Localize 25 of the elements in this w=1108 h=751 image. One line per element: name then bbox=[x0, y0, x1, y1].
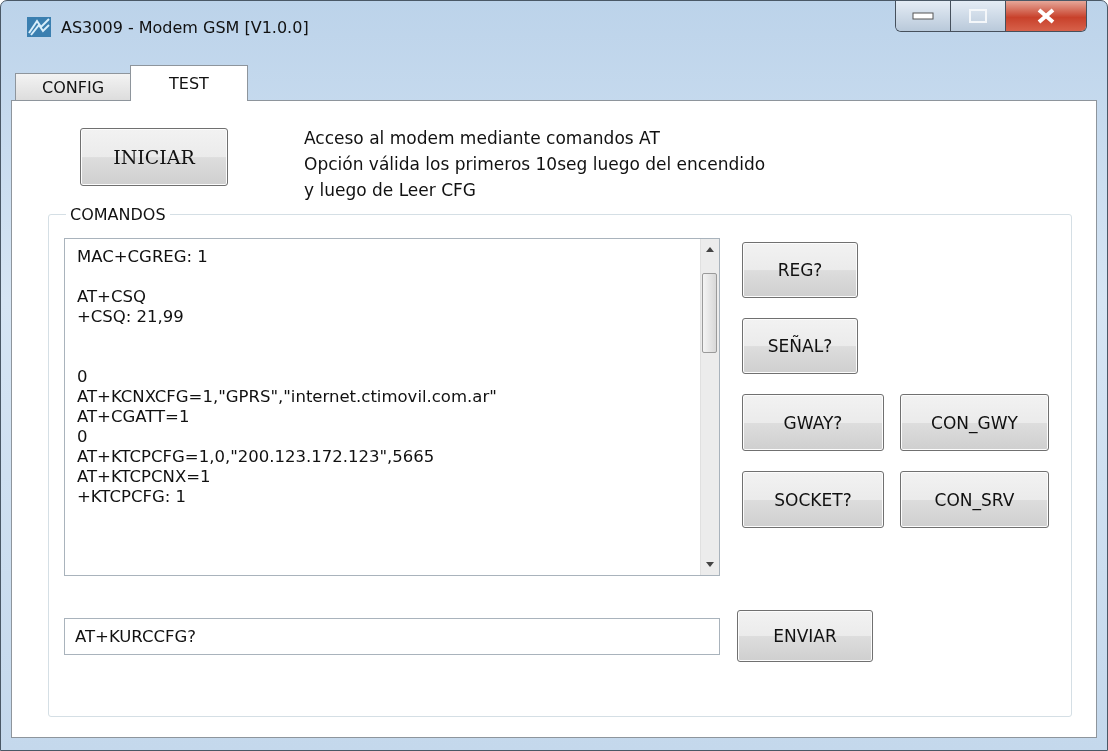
log-textarea[interactable]: MAC+CGREG: 1 AT+CSQ +CSQ: 21,99 0 AT+KCNXCFG=1,"GPRS","internet.ctimovil.com.ar" AT+CGATT=1 0 AT+KTCPCFG=1,0,"200.123.172.123",5665 AT+KTCPCNX=1 +KTCPCFG: 1 bbox=[64, 238, 720, 576]
command-button[interactable]: CON_GWY bbox=[900, 394, 1049, 451]
maximize-icon bbox=[969, 9, 987, 23]
close-button[interactable] bbox=[1006, 1, 1086, 31]
command-button[interactable]: REG? bbox=[742, 242, 858, 298]
window-title: AS3009 - Modem GSM [V1.0.0] bbox=[61, 17, 310, 37]
group-legend: COMANDOS bbox=[66, 205, 170, 224]
minimize-icon bbox=[912, 12, 934, 20]
scrollbar[interactable] bbox=[700, 239, 719, 575]
scroll-thumb[interactable] bbox=[702, 273, 717, 353]
description-text: Acceso al modem mediante comandos AT Opción válida los primeros 10seg luego del encendido y luego de Leer CFG bbox=[304, 127, 766, 202]
close-icon bbox=[1035, 7, 1057, 25]
send-button[interactable]: ENVIAR bbox=[737, 610, 873, 662]
command-button[interactable]: SEÑAL? bbox=[742, 318, 858, 374]
command-button[interactable]: SOCKET? bbox=[742, 471, 884, 528]
tab[interactable]: TEST bbox=[130, 65, 248, 101]
scroll-down-icon[interactable] bbox=[706, 562, 714, 567]
minimize-button[interactable] bbox=[896, 1, 951, 31]
start-button[interactable]: INICIAR bbox=[80, 128, 228, 186]
command-input[interactable]: AT+KURCCFG? bbox=[64, 617, 720, 655]
command-button[interactable]: GWAY? bbox=[742, 394, 884, 451]
app-icon bbox=[27, 17, 51, 37]
tab[interactable]: CONFIG bbox=[15, 73, 132, 101]
command-button[interactable]: CON_SRV bbox=[900, 471, 1049, 528]
scroll-up-icon[interactable] bbox=[706, 247, 714, 252]
